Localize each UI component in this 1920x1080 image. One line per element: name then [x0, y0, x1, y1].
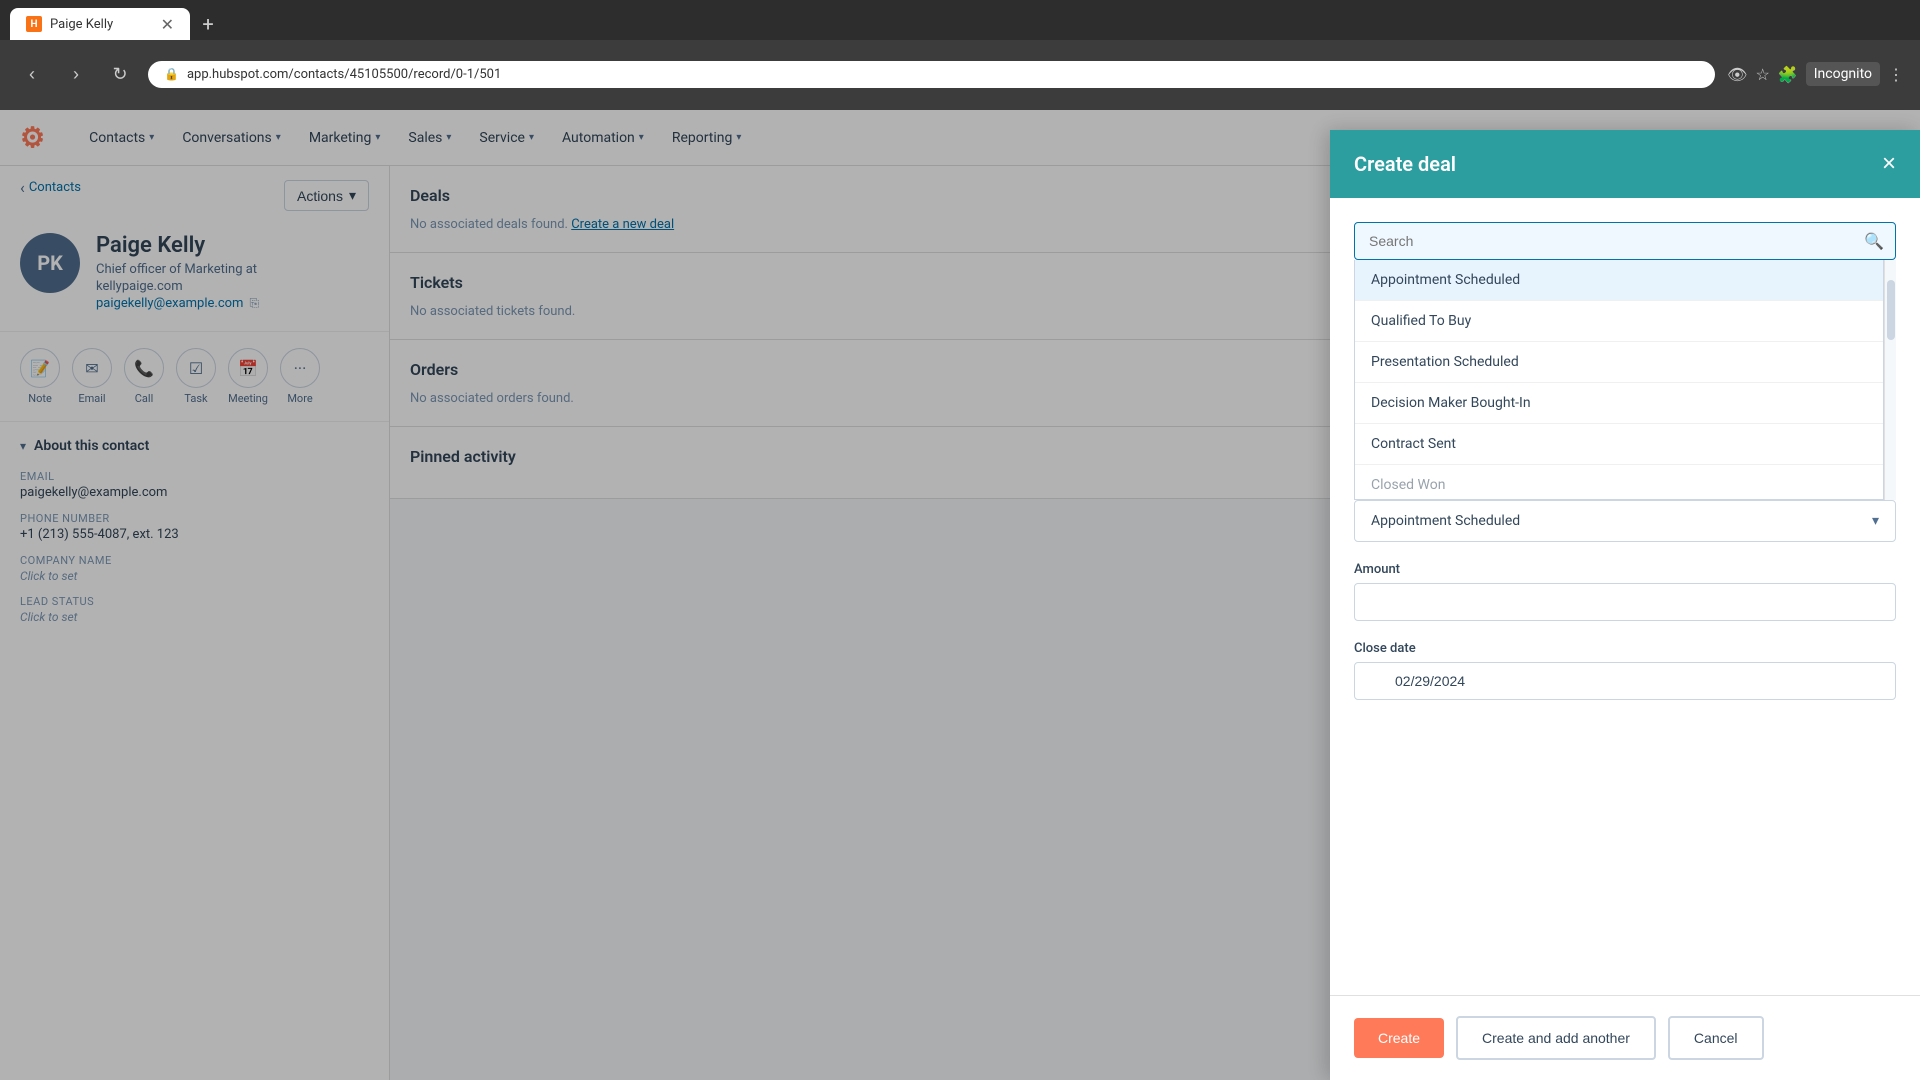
- url-text: app.hubspot.com/contacts/45105500/record…: [187, 67, 501, 82]
- tab-favicon: H: [26, 16, 42, 32]
- stage-select-display[interactable]: Appointment Scheduled ▾: [1354, 500, 1896, 542]
- create-and-add-another-btn[interactable]: Create and add another: [1456, 1016, 1656, 1060]
- back-btn[interactable]: ‹: [16, 58, 48, 90]
- lock-icon: 🔒: [164, 67, 179, 81]
- deal-stage-group: 🔍 Appointment Scheduled Qualified To Buy…: [1354, 222, 1896, 542]
- new-tab-btn[interactable]: +: [194, 10, 222, 38]
- address-bar[interactable]: 🔒 app.hubspot.com/contacts/45105500/reco…: [148, 61, 1715, 88]
- dropdown-item-label-4: Contract Sent: [1371, 436, 1456, 452]
- browser-tabs: H Paige Kelly ✕ +: [0, 0, 1920, 40]
- date-wrapper: 📅: [1354, 662, 1896, 700]
- amount-label: Amount: [1354, 562, 1896, 577]
- modal-close-btn[interactable]: ×: [1882, 150, 1896, 178]
- forward-btn[interactable]: ›: [60, 58, 92, 90]
- stage-search-input[interactable]: [1354, 222, 1896, 260]
- dropdown-item-presentation-scheduled[interactable]: Presentation Scheduled: [1355, 342, 1883, 383]
- close-date-input[interactable]: [1354, 662, 1896, 700]
- modal-header: Create deal ×: [1330, 130, 1920, 198]
- search-container: 🔍: [1354, 222, 1896, 260]
- dropdown-scrollbar-thumb: [1887, 280, 1895, 340]
- dropdown-item-label-2: Presentation Scheduled: [1371, 354, 1519, 370]
- dropdown-item-label-1: Qualified To Buy: [1371, 313, 1471, 329]
- modal-body: 🔍 Appointment Scheduled Qualified To Buy…: [1330, 198, 1920, 995]
- tab-close-btn[interactable]: ✕: [161, 15, 174, 34]
- stage-dropdown-list: Appointment Scheduled Qualified To Buy P…: [1354, 260, 1884, 500]
- tab-title: Paige Kelly: [50, 17, 113, 32]
- dropdown-content: Appointment Scheduled Qualified To Buy P…: [1354, 260, 1884, 500]
- search-icon: 🔍: [1864, 232, 1884, 251]
- dropdown-item-qualified-to-buy[interactable]: Qualified To Buy: [1355, 301, 1883, 342]
- close-date-group: Close date 📅: [1354, 641, 1896, 700]
- dropdown-scrollbar[interactable]: [1884, 260, 1896, 500]
- dropdown-item-contract-sent[interactable]: Contract Sent: [1355, 424, 1883, 465]
- dropdown-item-label-3: Decision Maker Bought-In: [1371, 395, 1531, 411]
- create-btn[interactable]: Create: [1354, 1018, 1444, 1058]
- modal-footer: Create Create and add another Cancel: [1330, 995, 1920, 1080]
- spy-icon: 👁: [1727, 65, 1747, 84]
- extensions-icon[interactable]: 🧩: [1778, 65, 1798, 84]
- cancel-btn[interactable]: Cancel: [1668, 1016, 1764, 1060]
- stage-select-arrow: ▾: [1872, 513, 1879, 529]
- menu-icon[interactable]: ⋮: [1888, 65, 1904, 84]
- modal-title: Create deal: [1354, 152, 1456, 176]
- stage-selected-label: Appointment Scheduled: [1371, 513, 1520, 529]
- dropdown-item-decision-maker[interactable]: Decision Maker Bought-In: [1355, 383, 1883, 424]
- amount-input[interactable]: [1354, 583, 1896, 621]
- dropdown-item-appointment-scheduled[interactable]: Appointment Scheduled: [1355, 260, 1883, 301]
- dropdown-item-label-0: Appointment Scheduled: [1371, 272, 1520, 288]
- close-date-label: Close date: [1354, 641, 1896, 656]
- reload-btn[interactable]: ↻: [104, 58, 136, 90]
- browser-action-icons: 👁 ☆ 🧩 Incognito ⋮: [1727, 62, 1904, 86]
- dropdown-item-label-5: Closed Won: [1371, 477, 1445, 493]
- browser-chrome: H Paige Kelly ✕ + ‹ › ↻ 🔒 app.hubspot.co…: [0, 0, 1920, 110]
- profile-icon[interactable]: Incognito: [1806, 62, 1880, 86]
- dropdown-wrapper: Appointment Scheduled Qualified To Buy P…: [1354, 260, 1896, 500]
- active-tab[interactable]: H Paige Kelly ✕: [10, 8, 190, 40]
- create-deal-modal: Create deal × 🔍 Appointment Scheduled Qu…: [1330, 130, 1920, 1080]
- amount-group: Amount: [1354, 562, 1896, 621]
- bookmark-icon[interactable]: ☆: [1755, 65, 1769, 84]
- browser-nav-bar: ‹ › ↻ 🔒 app.hubspot.com/contacts/4510550…: [0, 40, 1920, 108]
- dropdown-item-closed-won[interactable]: Closed Won: [1355, 465, 1883, 500]
